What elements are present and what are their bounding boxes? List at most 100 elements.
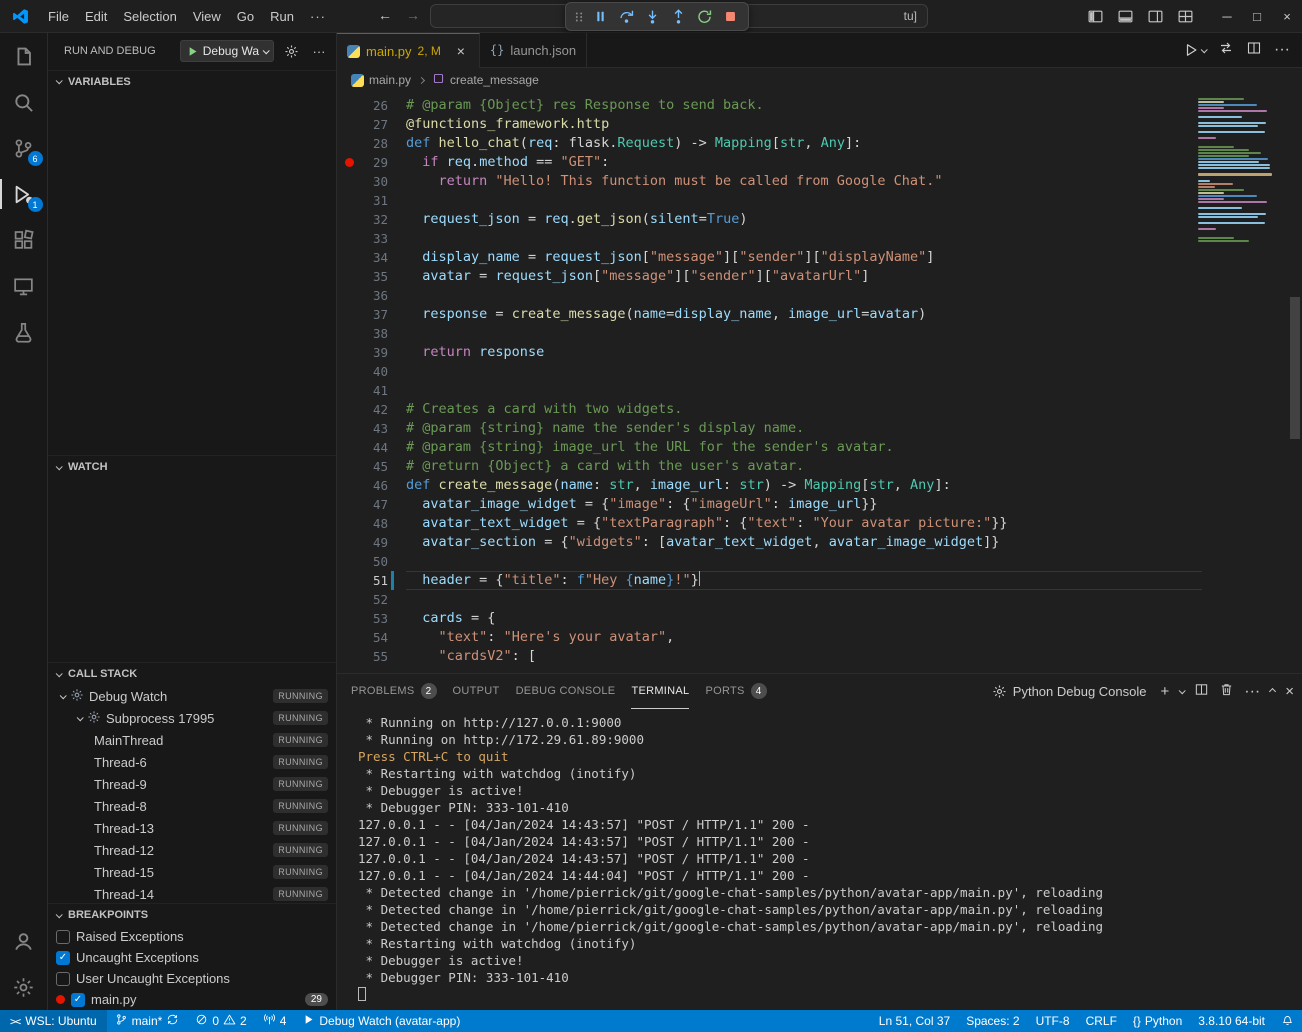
menu-selection[interactable]: Selection	[115, 5, 184, 28]
breakpoint-slot[interactable]	[345, 196, 354, 205]
checkbox[interactable]: ✓	[56, 951, 70, 965]
status-notifications[interactable]	[1273, 1010, 1302, 1032]
code-line-27[interactable]: 27@functions_framework.http	[337, 115, 1202, 134]
code-line-46[interactable]: 46def create_message(name: str, image_ur…	[337, 476, 1202, 495]
breakpoint-slot[interactable]	[345, 500, 354, 509]
new-terminal-icon[interactable]: +	[1160, 684, 1169, 699]
breakpoint-slot[interactable]	[345, 234, 354, 243]
step-over-icon[interactable]	[614, 4, 639, 29]
code-line-40[interactable]: 40	[337, 362, 1202, 381]
code-line-37[interactable]: 37 response = create_message(name=displa…	[337, 305, 1202, 324]
debug-settings-gear-icon[interactable]	[280, 40, 302, 62]
split-terminal-icon[interactable]	[1194, 682, 1209, 702]
toggle-panel-icon[interactable]	[1112, 4, 1138, 30]
variables-header[interactable]: VARIABLES	[48, 71, 336, 93]
close-button[interactable]: ×	[1272, 0, 1302, 33]
breakpoint-slot[interactable]	[345, 291, 354, 300]
toggle-sidebar-left-icon[interactable]	[1082, 4, 1108, 30]
status-python-version[interactable]: 3.8.10 64-bit	[1190, 1010, 1273, 1032]
breakpoint-item-Uncaught-Exceptions[interactable]: ✓Uncaught Exceptions	[48, 947, 336, 968]
code-line-38[interactable]: 38	[337, 324, 1202, 343]
breakpoint-slot[interactable]	[345, 139, 354, 148]
search-icon[interactable]	[0, 79, 48, 125]
status-cursor-position[interactable]: Ln 51, Col 37	[871, 1010, 958, 1032]
breakpoint-slot[interactable]	[345, 614, 354, 623]
breakpoint-slot[interactable]	[345, 367, 354, 376]
code-line-34[interactable]: 34 display_name = request_json["message"…	[337, 248, 1202, 267]
code-line-30[interactable]: 30 return "Hello! This function must be …	[337, 172, 1202, 191]
account-icon[interactable]	[0, 918, 48, 964]
menu-file[interactable]: File	[40, 5, 77, 28]
menu-view[interactable]: View	[185, 5, 229, 28]
code-line-26[interactable]: 26# @param {Object} res Response to send…	[337, 96, 1202, 115]
code-line-51[interactable]: 51 header = {"title": f"Hey {name}!"}	[337, 571, 1202, 590]
menu-go[interactable]: Go	[229, 5, 262, 28]
code-line-44[interactable]: 44# @param {string} image_url the URL fo…	[337, 438, 1202, 457]
breakpoint-slot[interactable]	[345, 424, 354, 433]
status-language[interactable]: {}Python	[1125, 1010, 1190, 1032]
panel-more-actions-icon[interactable]: ···	[1244, 683, 1260, 701]
breakpoint-item-Raised-Exceptions[interactable]: Raised Exceptions	[48, 926, 336, 947]
breakpoint-slot[interactable]	[345, 652, 354, 661]
menubar-more-button[interactable]: ···	[302, 5, 334, 28]
checkbox[interactable]	[56, 930, 70, 944]
breakpoint-slot[interactable]	[345, 329, 354, 338]
status-remote[interactable]: ><WSL: Ubuntu	[0, 1010, 107, 1032]
maximize-button[interactable]: □	[1242, 0, 1272, 33]
kill-terminal-icon[interactable]	[1219, 682, 1234, 702]
code-line-42[interactable]: 42# Creates a card with two widgets.	[337, 400, 1202, 419]
editor-tab-main-py[interactable]: main.py2, M×	[337, 33, 480, 68]
breakpoint-slot[interactable]	[345, 215, 354, 224]
step-into-icon[interactable]	[640, 4, 665, 29]
callstack-item-Debug-Watch[interactable]: Debug WatchRUNNING	[48, 685, 336, 707]
breakpoint-slot[interactable]	[345, 101, 354, 110]
code-line-29[interactable]: 29 if req.method == "GET":	[337, 153, 1202, 172]
breakpoint-slot[interactable]	[345, 576, 354, 585]
testing-icon[interactable]	[0, 309, 48, 355]
callstack-item-Thread-9[interactable]: Thread-9RUNNING	[48, 773, 336, 795]
callstack-item-Thread-6[interactable]: Thread-6RUNNING	[48, 751, 336, 773]
code-line-39[interactable]: 39 return response	[337, 343, 1202, 362]
code-line-33[interactable]: 33	[337, 229, 1202, 248]
breakpoint-dot[interactable]	[345, 158, 354, 167]
code-line-45[interactable]: 45# @return {Object} a card with the use…	[337, 457, 1202, 476]
breakpoint-slot[interactable]	[345, 272, 354, 281]
chevron-down-icon[interactable]	[60, 692, 67, 699]
minimize-button[interactable]: ─	[1212, 0, 1242, 33]
breakpoint-slot[interactable]	[345, 633, 354, 642]
panel-tab-output[interactable]: OUTPUT	[453, 674, 500, 709]
toggle-sidebar-right-icon[interactable]	[1142, 4, 1168, 30]
code-line-36[interactable]: 36	[337, 286, 1202, 305]
watch-header[interactable]: WATCH	[48, 456, 336, 478]
status-problems[interactable]: 02	[187, 1010, 254, 1032]
source-control-icon[interactable]: 6	[0, 125, 48, 171]
code-line-28[interactable]: 28def hello_chat(req: flask.Request) -> …	[337, 134, 1202, 153]
pause-icon[interactable]	[588, 4, 613, 29]
breakpoint-slot[interactable]	[345, 120, 354, 129]
code-line-31[interactable]: 31	[337, 191, 1202, 210]
callstack-item-Thread-15[interactable]: Thread-15RUNNING	[48, 861, 336, 883]
terminal-output[interactable]: * Running on http://127.0.0.1:9000 * Run…	[337, 709, 1302, 1010]
split-editor-icon[interactable]	[1246, 40, 1262, 61]
code-line-54[interactable]: 54 "text": "Here's your avatar",	[337, 628, 1202, 647]
breadcrumb-item-main.py[interactable]: main.py	[351, 73, 411, 87]
breakpoint-slot[interactable]	[345, 386, 354, 395]
close-panel-icon[interactable]: ×	[1285, 684, 1294, 699]
breakpoint-slot[interactable]	[345, 348, 354, 357]
run-python-file-button[interactable]	[1183, 42, 1206, 58]
code-line-48[interactable]: 48 avatar_text_widget = {"textParagraph"…	[337, 514, 1202, 533]
status-encoding[interactable]: UTF-8	[1028, 1010, 1078, 1032]
panel-tab-problems[interactable]: PROBLEMS2	[351, 674, 437, 709]
compare-changes-icon[interactable]	[1218, 40, 1234, 61]
scrollbar-thumb[interactable]	[1290, 297, 1300, 439]
breakpoint-slot[interactable]	[345, 519, 354, 528]
code-editor[interactable]: 26# @param {Object} res Response to send…	[337, 92, 1302, 673]
code-line-50[interactable]: 50	[337, 552, 1202, 571]
settings-gear-icon[interactable]	[0, 964, 48, 1010]
step-out-icon[interactable]	[666, 4, 691, 29]
breakpoint-slot[interactable]	[345, 310, 354, 319]
breakpoint-slot[interactable]	[345, 405, 354, 414]
code-line-55[interactable]: 55 "cardsV2": [	[337, 647, 1202, 666]
breakpoint-slot[interactable]	[345, 557, 354, 566]
menu-run[interactable]: Run	[262, 5, 302, 28]
